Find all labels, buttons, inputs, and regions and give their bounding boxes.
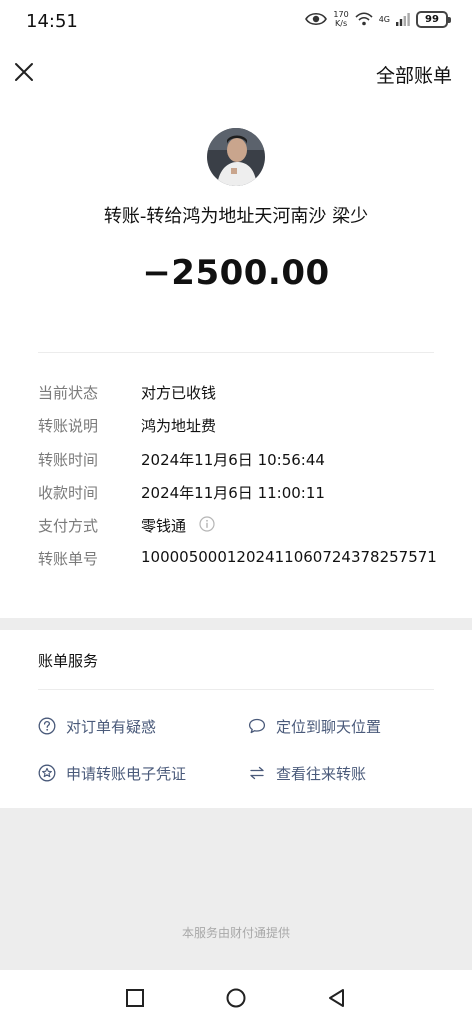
service-label: 对订单有疑惑 [66,717,157,736]
status-bar: 14:51 170 K/s 4G 99 [0,0,472,44]
info-icon[interactable] [199,516,215,532]
detail-label: 转账单号 [38,550,99,568]
service-label: 定位到聊天位置 [276,717,382,736]
divider [38,689,434,690]
status-time: 14:51 [26,11,78,32]
avatar[interactable] [207,128,265,186]
detail-row-transfer-time: 转账时间 2024年11月6日 10:56:44 [38,449,458,473]
service-question-order[interactable]: 对订单有疑惑 [38,714,156,738]
detail-value: 零钱通 [141,517,187,535]
nav-bar: 全部账单 [0,44,472,102]
question-circle-icon [38,717,56,735]
service-label: 查看往来转账 [276,764,367,783]
status-icons: 170 K/s 4G 99 [305,10,451,28]
detail-value: 鸿为地址费 [141,417,217,435]
footer-provider-text: 本服务由财付通提供 [181,926,290,940]
service-view-transfers[interactable]: 查看往来转账 [248,761,366,785]
detail-row-note: 转账说明 鸿为地址费 [38,415,458,439]
transfer-amount: −2500.00 [142,253,330,293]
system-nav-bar [0,970,472,1024]
home-icon[interactable] [225,987,247,1009]
battery-icon: 99 [416,10,451,28]
star-circle-icon [38,764,56,782]
transfer-arrows-icon [250,766,264,780]
detail-value: 2024年11月6日 10:56:44 [141,451,325,469]
wifi-icon [355,12,373,26]
all-bills-link[interactable]: 全部账单 [376,61,452,88]
detail-label: 转账说明 [38,417,99,435]
detail-label: 当前状态 [38,384,99,402]
detail-value: 1000050001202411060724378257571 [141,548,437,566]
detail-label: 转账时间 [38,451,99,469]
detail-row-receive-time: 收款时间 2024年11月6日 11:00:11 [38,482,458,506]
service-e-receipt[interactable]: 申请转账电子凭证 [38,761,186,785]
close-icon[interactable] [10,58,38,86]
detail-label: 收款时间 [38,484,99,502]
eye-icon [305,12,328,26]
detail-row-order-number: 转账单号 1000050001202411060724378257571 [38,548,458,572]
chat-bubble-icon [248,718,266,734]
back-icon[interactable] [326,987,348,1009]
service-locate-chat[interactable]: 定位到聊天位置 [248,714,381,738]
transfer-title: 转账-转给鸿为地址天河南沙 梁少 [103,206,369,227]
service-label: 申请转账电子凭证 [66,764,187,783]
detail-row-status: 当前状态 对方已收钱 [38,382,458,406]
detail-label: 支付方式 [38,517,99,535]
detail-value: 2024年11月6日 11:00:11 [141,484,325,502]
bill-services-card: 账单服务 对订单有疑惑 定位到聊天位置 申请转账电子凭证 查看往来转账 [0,630,472,808]
divider [38,352,434,353]
net-speed: 170 K/s [333,10,349,28]
detail-row-payment-method: 支付方式 零钱通 [38,515,458,539]
signal-type-label: 4G [378,14,390,24]
signal-icon [396,13,410,26]
detail-value: 对方已收钱 [141,384,217,402]
transfer-detail-card: 转账-转给鸿为地址天河南沙 梁少 −2500.00 当前状态 对方已收钱 转账说… [0,102,472,618]
recent-apps-icon[interactable] [124,987,146,1009]
services-title: 账单服务 [38,652,99,670]
